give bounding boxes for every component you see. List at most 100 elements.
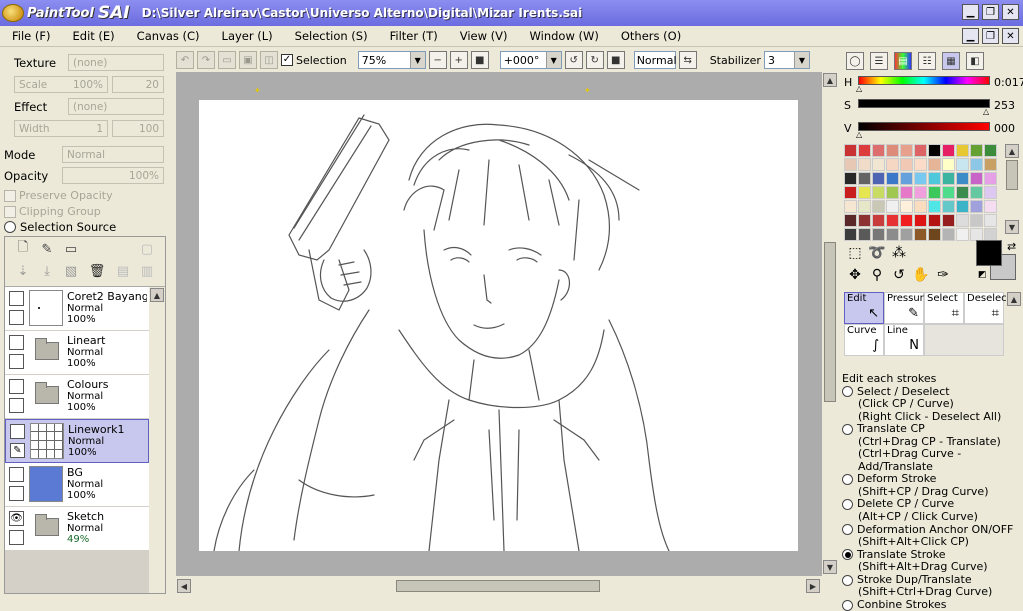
palette-swatch[interactable] bbox=[914, 158, 927, 171]
menu-canvas[interactable]: Canvas (C) bbox=[137, 29, 200, 43]
doc-minimize-button[interactable]: ▁ bbox=[962, 28, 979, 44]
palette-swatch[interactable] bbox=[872, 144, 885, 157]
palette-swatch[interactable] bbox=[872, 172, 885, 185]
layer-row-selected[interactable]: ✎ Linework1 Normal 100% bbox=[5, 419, 149, 463]
palette-swatch[interactable] bbox=[858, 172, 871, 185]
palette-swatch[interactable] bbox=[900, 158, 913, 171]
swap-colors-icon[interactable]: ⇄ bbox=[1007, 240, 1016, 253]
texture-select[interactable]: (none) bbox=[68, 54, 164, 71]
palette-swatch[interactable] bbox=[970, 200, 983, 213]
mask-icon[interactable]: ▥ bbox=[139, 263, 155, 279]
deselect-icon[interactable]: ▭ bbox=[218, 51, 236, 69]
palette-swatch[interactable] bbox=[942, 200, 955, 213]
merge-down-icon[interactable]: ⤓ bbox=[39, 263, 55, 279]
color-palette[interactable] bbox=[844, 144, 1006, 241]
doc-restore-button[interactable]: ❐ bbox=[982, 28, 999, 44]
scroll-up-icon[interactable]: ▲ bbox=[1005, 144, 1019, 158]
lock-toggle[interactable] bbox=[9, 310, 24, 325]
palette-swatch[interactable] bbox=[900, 214, 913, 227]
radio-button[interactable] bbox=[842, 499, 853, 511]
palette-swatch[interactable] bbox=[928, 158, 941, 171]
rgb-slider-icon[interactable]: ☰ bbox=[870, 52, 888, 70]
pen-icon[interactable]: ✎ bbox=[10, 443, 25, 458]
color-wheel-icon[interactable]: ◯ bbox=[846, 52, 864, 70]
palette-swatch[interactable] bbox=[886, 214, 899, 227]
menu-filter[interactable]: Filter (T) bbox=[390, 29, 438, 43]
stabilizer-select[interactable]: 3 ▼ bbox=[763, 51, 810, 69]
visibility-toggle[interactable] bbox=[9, 335, 24, 350]
selection-visible-icon[interactable]: ◫ bbox=[260, 51, 278, 69]
palette-swatch[interactable] bbox=[956, 214, 969, 227]
lasso-icon[interactable]: ➰ bbox=[868, 244, 886, 262]
palette-swatch[interactable] bbox=[984, 172, 997, 185]
radio-button[interactable] bbox=[842, 574, 853, 586]
palette-swatch[interactable] bbox=[914, 186, 927, 199]
palette-swatch[interactable] bbox=[942, 214, 955, 227]
radio-button[interactable] bbox=[842, 549, 853, 561]
zoom-icon[interactable]: ⚲ bbox=[868, 266, 886, 284]
lock-toggle[interactable] bbox=[9, 530, 24, 545]
scroll-right-icon[interactable]: ▶ bbox=[806, 579, 820, 593]
foreground-color-swatch[interactable] bbox=[976, 240, 1002, 266]
menu-others[interactable]: Others (O) bbox=[621, 29, 681, 43]
scratchpad-icon[interactable]: ◧ bbox=[966, 52, 984, 70]
palette-swatch[interactable] bbox=[886, 200, 899, 213]
user-swatch-icon[interactable]: ☷ bbox=[918, 52, 936, 70]
palette-scrollbar[interactable]: ▲ ▼ bbox=[1004, 144, 1020, 236]
maximize-button[interactable]: ❐ bbox=[982, 4, 999, 20]
palette-swatch[interactable] bbox=[956, 200, 969, 213]
palette-swatch[interactable] bbox=[844, 228, 857, 241]
eye-icon[interactable]: 👁 bbox=[9, 511, 24, 526]
palette-swatch[interactable] bbox=[900, 200, 913, 213]
opacity-slider[interactable]: 100% bbox=[62, 167, 164, 184]
mode-curve[interactable]: Curve ∫ bbox=[844, 324, 884, 356]
palette-swatch[interactable] bbox=[914, 144, 927, 157]
redo-icon[interactable]: ↷ bbox=[197, 51, 215, 69]
zoom-select[interactable]: 75% ▼ bbox=[357, 51, 426, 69]
palette-swatch[interactable] bbox=[886, 158, 899, 171]
palette-swatch[interactable] bbox=[956, 144, 969, 157]
rotate-cw-icon[interactable]: ↻ bbox=[585, 51, 604, 69]
zoom-reset-icon[interactable]: ■ bbox=[470, 51, 489, 69]
lock-toggle[interactable] bbox=[9, 486, 24, 501]
preserve-opacity-checkbox[interactable]: Preserve Opacity bbox=[4, 189, 113, 202]
close-button[interactable]: ✕ bbox=[1002, 4, 1019, 20]
palette-swatch[interactable] bbox=[942, 144, 955, 157]
palette-swatch[interactable] bbox=[858, 228, 871, 241]
visibility-toggle[interactable] bbox=[10, 424, 25, 439]
palette-swatch[interactable] bbox=[956, 186, 969, 199]
layer-row[interactable]: 👁 Sketch Normal 49% bbox=[5, 507, 149, 551]
palette-swatch[interactable] bbox=[900, 172, 913, 185]
palette-swatch[interactable] bbox=[942, 186, 955, 199]
palette-swatch[interactable] bbox=[914, 172, 927, 185]
palette-swatch[interactable] bbox=[928, 200, 941, 213]
visibility-toggle[interactable] bbox=[9, 291, 24, 306]
palette-swatch[interactable] bbox=[886, 228, 899, 241]
lock-toggle[interactable] bbox=[9, 354, 24, 369]
menu-file[interactable]: File (F) bbox=[12, 29, 51, 43]
palette-swatch[interactable] bbox=[844, 144, 857, 157]
palette-swatch[interactable] bbox=[914, 228, 927, 241]
mode-select[interactable]: Select ⌗ bbox=[924, 292, 964, 324]
magic-wand-icon[interactable]: ⁂ bbox=[890, 244, 908, 262]
selection-source-radio[interactable]: Selection Source bbox=[4, 220, 116, 234]
palette-swatch[interactable] bbox=[872, 228, 885, 241]
palette-swatch[interactable] bbox=[970, 186, 983, 199]
palette-swatch[interactable] bbox=[928, 186, 941, 199]
scroll-up-icon[interactable]: ▲ bbox=[150, 288, 164, 302]
palette-swatch[interactable] bbox=[984, 144, 997, 157]
trash-icon[interactable]: 🗑 bbox=[89, 263, 106, 279]
menu-edit[interactable]: Edit (E) bbox=[73, 29, 115, 43]
rotation-select[interactable]: +000° ▼ bbox=[499, 51, 562, 69]
palette-swatch[interactable] bbox=[858, 144, 871, 157]
menu-selection[interactable]: Selection (S) bbox=[295, 29, 368, 43]
radio-button[interactable] bbox=[842, 474, 853, 486]
palette-swatch[interactable] bbox=[956, 158, 969, 171]
scroll-up-icon[interactable]: ▲ bbox=[1007, 292, 1021, 306]
blend-mode-select[interactable]: Normal bbox=[633, 51, 677, 69]
palette-swatch[interactable] bbox=[872, 158, 885, 171]
value-slider[interactable] bbox=[858, 122, 990, 131]
palette-swatch[interactable] bbox=[914, 200, 927, 213]
mode-edit[interactable]: Edit ↖ bbox=[844, 292, 884, 324]
palette-swatch[interactable] bbox=[956, 228, 969, 241]
